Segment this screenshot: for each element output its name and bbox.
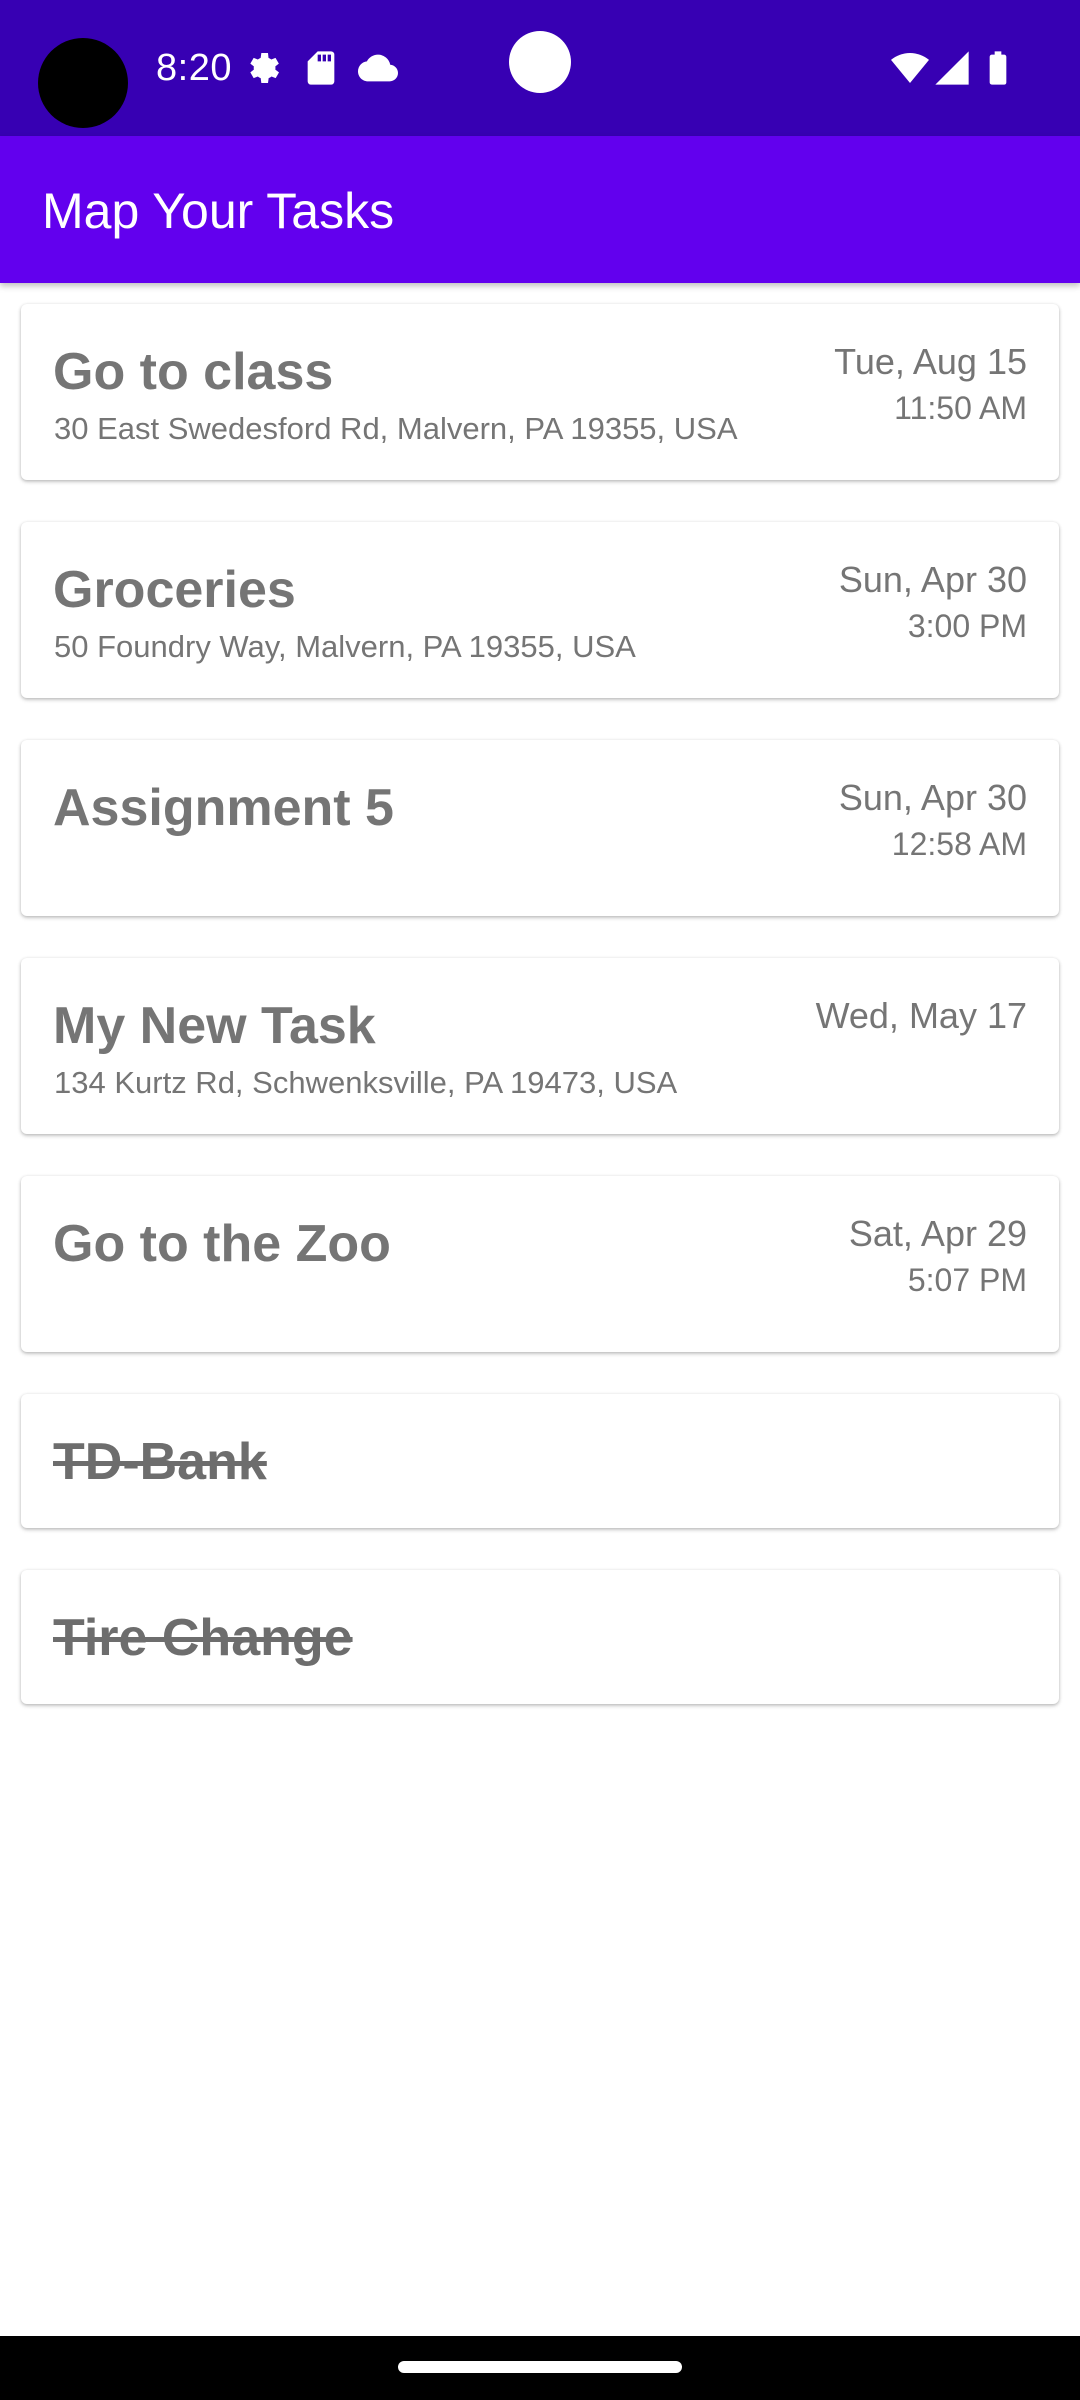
task-card[interactable]: Assignment 5 Sun, Apr 30 12:58 AM <box>21 740 1059 916</box>
task-title: Assignment 5 <box>53 779 394 837</box>
task-card-completed[interactable]: TD-Bank <box>21 1394 1059 1528</box>
status-bar: 8:20 <box>0 0 1080 136</box>
task-date: Sun, Apr 30 <box>838 777 1027 818</box>
status-time: 8:20 <box>156 47 232 89</box>
task-time: 3:00 PM <box>907 608 1027 644</box>
task-address: 50 Foundry Way, Malvern, PA 19355, USA <box>54 629 636 664</box>
task-date: Sat, Apr 29 <box>848 1213 1027 1254</box>
task-title: Tire Change <box>53 1609 353 1667</box>
task-time: 12:58 AM <box>891 826 1027 862</box>
task-card[interactable]: My New Task 134 Kurtz Rd, Schwenksville,… <box>21 958 1059 1134</box>
task-title: My New Task <box>53 997 376 1055</box>
cloud-icon <box>358 54 398 82</box>
task-card[interactable]: Go to class 30 East Swedesford Rd, Malve… <box>21 304 1059 480</box>
app-title: Map Your Tasks <box>42 183 395 239</box>
battery-icon <box>989 51 1007 85</box>
camera-cutout <box>38 38 128 128</box>
task-title: Groceries <box>53 561 296 619</box>
task-title: TD-Bank <box>53 1433 267 1491</box>
home-gesture-handle[interactable] <box>398 2361 682 2373</box>
settings-gear-icon <box>250 53 279 83</box>
task-date: Tue, Aug 15 <box>834 341 1027 382</box>
task-time: 5:07 PM <box>907 1262 1027 1298</box>
task-time: 11:50 AM <box>894 390 1027 426</box>
app-bar: Map Your Tasks <box>0 136 1080 283</box>
task-card[interactable]: Go to the Zoo Sat, Apr 29 5:07 PM <box>21 1176 1059 1352</box>
navigation-bar <box>0 2336 1080 2400</box>
task-list: Go to class 30 East Swedesford Rd, Malve… <box>21 304 1059 1746</box>
task-card-completed[interactable]: Tire Change <box>21 1570 1059 1704</box>
task-date: Wed, May 17 <box>815 995 1027 1036</box>
task-address: 134 Kurtz Rd, Schwenksville, PA 19473, U… <box>54 1065 678 1100</box>
center-dot <box>509 31 571 93</box>
task-card[interactable]: Groceries 50 Foundry Way, Malvern, PA 19… <box>21 522 1059 698</box>
signal-icon <box>935 51 969 85</box>
task-date: Sun, Apr 30 <box>838 559 1027 600</box>
task-title: Go to class <box>53 343 334 401</box>
task-address: 30 East Swedesford Rd, Malvern, PA 19355… <box>54 411 738 446</box>
task-title: Go to the Zoo <box>53 1215 391 1273</box>
wifi-icon <box>891 53 929 83</box>
sd-card-icon <box>307 51 335 85</box>
